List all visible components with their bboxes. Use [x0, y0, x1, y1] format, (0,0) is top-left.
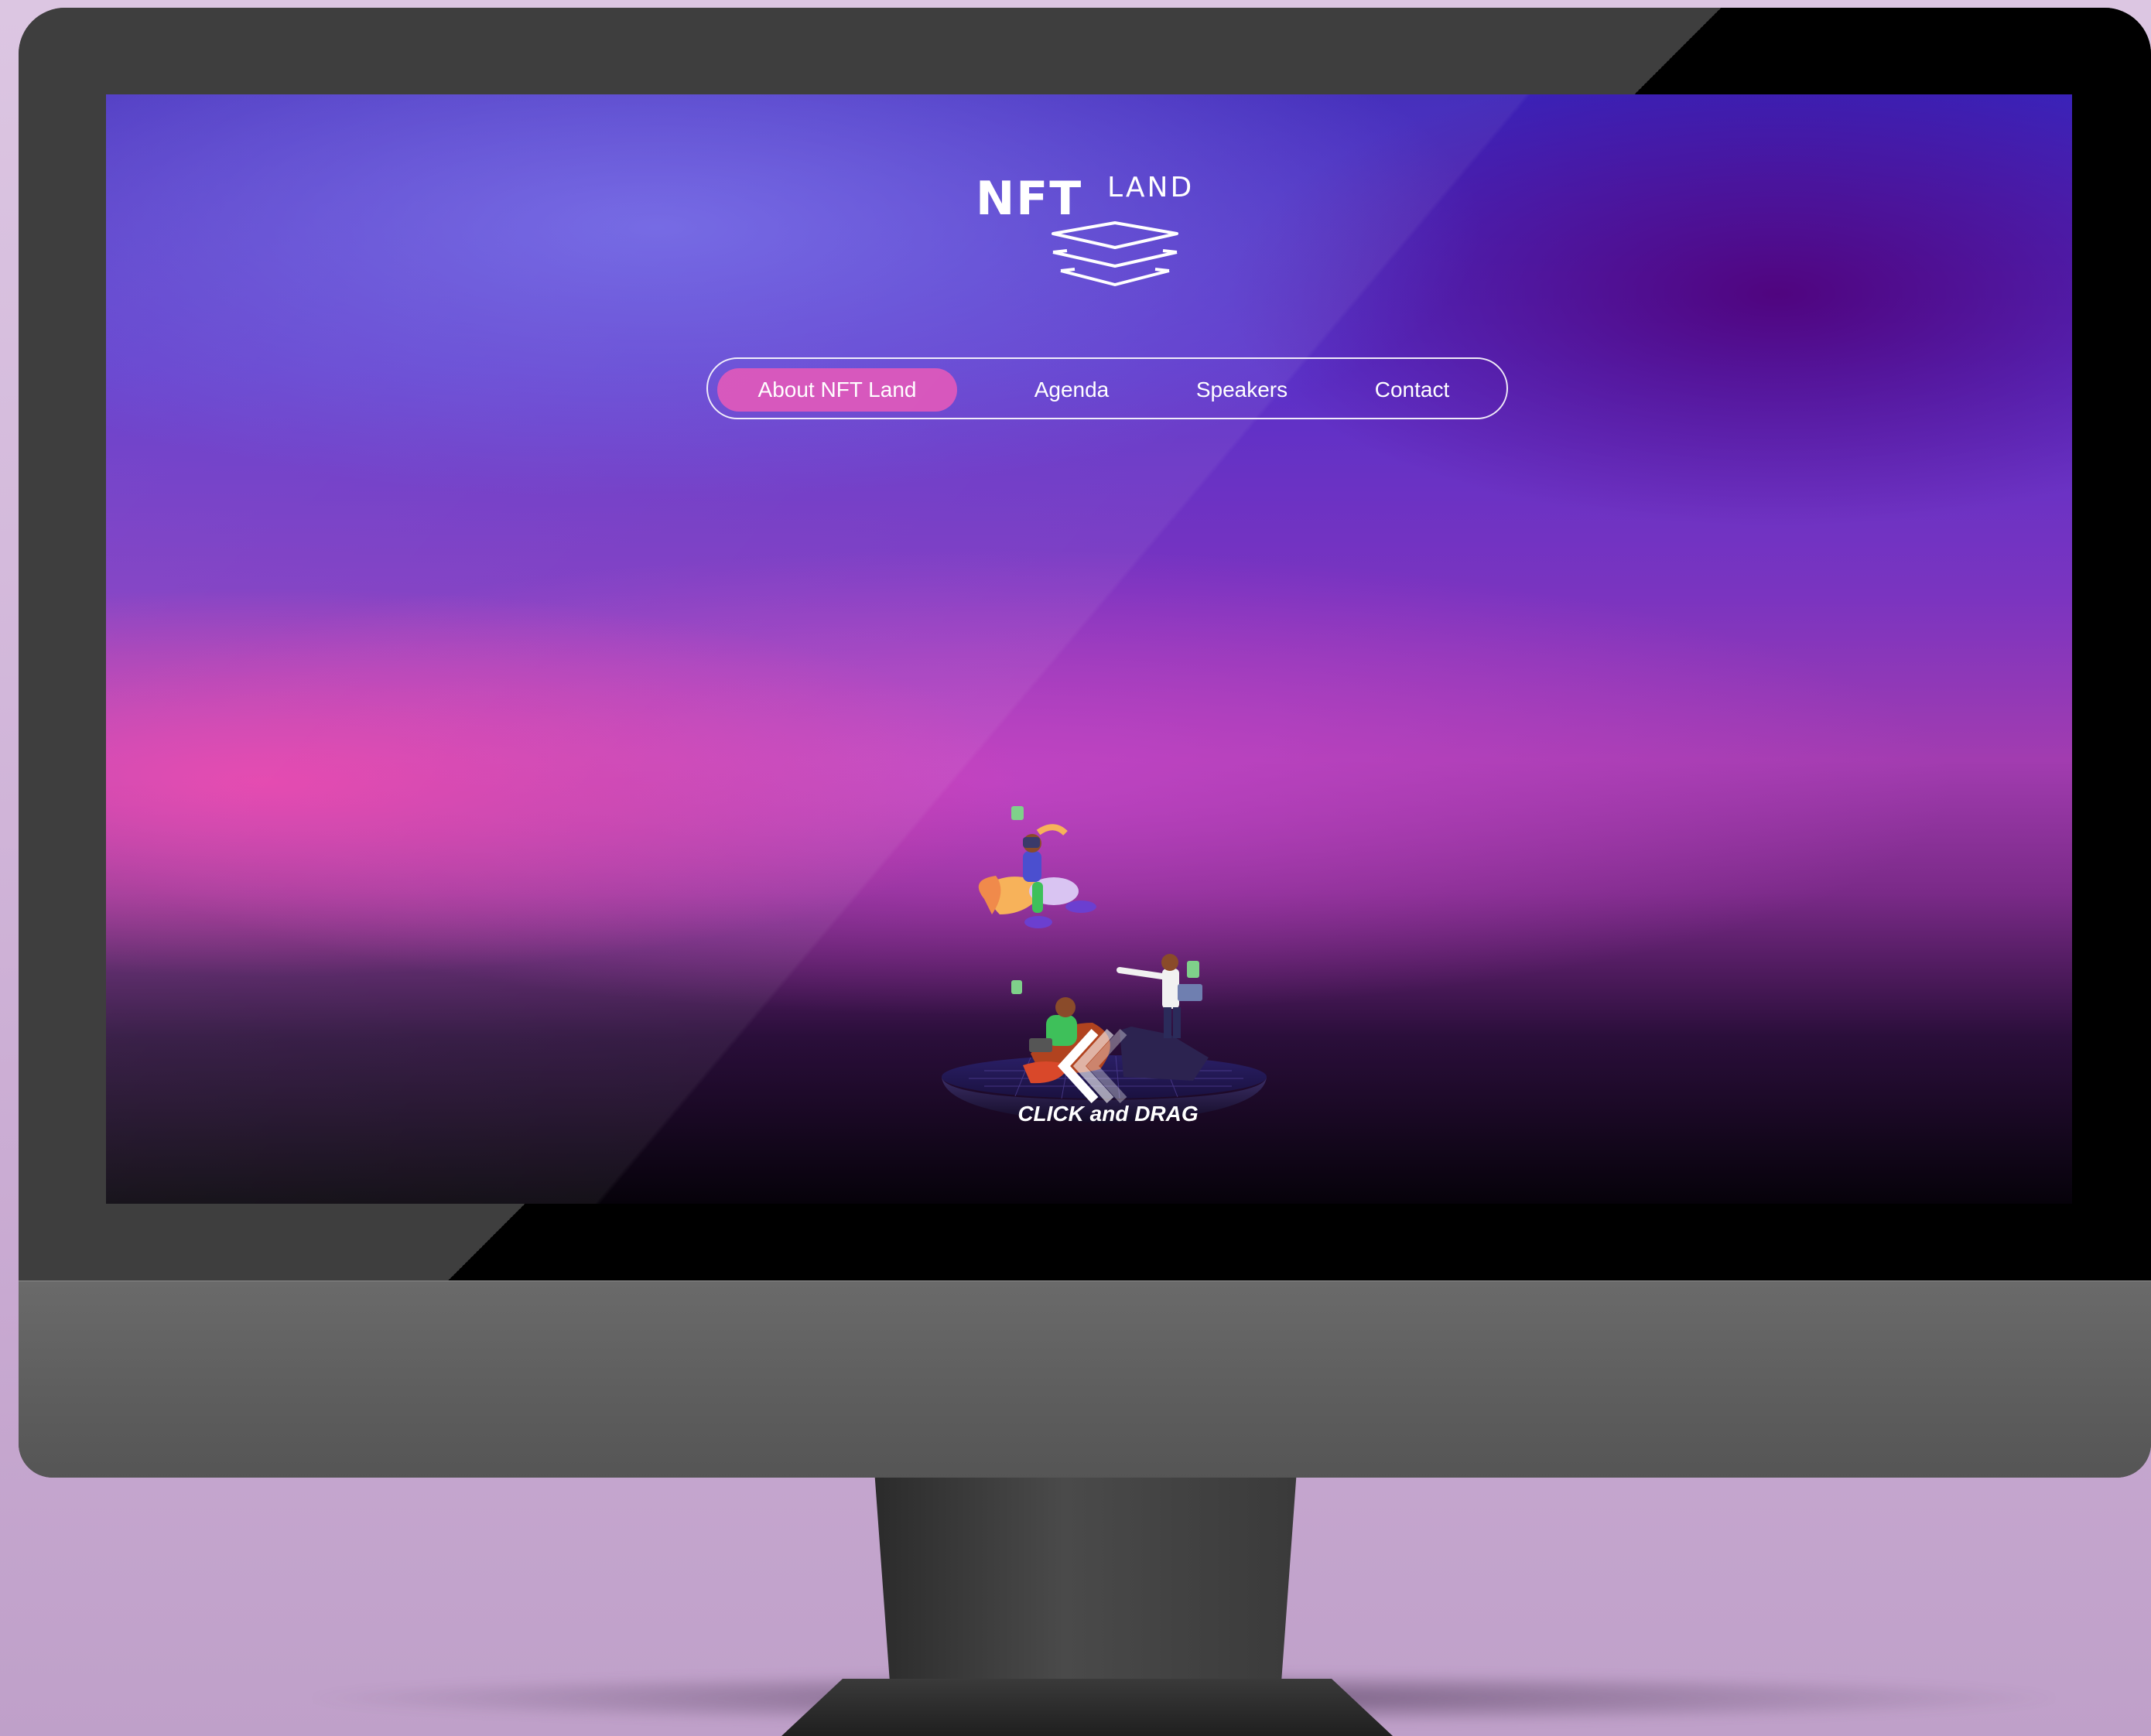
- click-drag-label: CLICK and DRAG: [1017, 1102, 1199, 1126]
- mockup-scene: NFT LAND About NFT Land Agenda Speakers …: [0, 0, 2151, 1736]
- monitor-stand-neck: [874, 1470, 1297, 1702]
- monitor-stand-base: [781, 1679, 1393, 1736]
- monitor: NFT LAND About NFT Land Agenda Speakers …: [19, 8, 2151, 1478]
- nav-item-contact[interactable]: Contact: [1335, 368, 1489, 412]
- stacked-layers-icon: [1052, 221, 1178, 286]
- click-drag-hint[interactable]: CLICK and DRAG: [996, 1023, 1220, 1126]
- nav-item-speakers[interactable]: Speakers: [1164, 368, 1319, 412]
- chevrons-left-icon: [1057, 1028, 1127, 1104]
- main-nav: About NFT Land Agenda Speakers Contact: [706, 357, 1508, 419]
- website-screen: NFT LAND About NFT Land Agenda Speakers …: [106, 94, 2072, 1204]
- nft-land-logo[interactable]: NFT LAND: [976, 172, 1239, 288]
- monitor-chin: [19, 1280, 2151, 1478]
- nav-item-agenda[interactable]: Agenda: [1002, 368, 1141, 412]
- nav-item-about[interactable]: About NFT Land: [717, 368, 957, 412]
- logo-land-text: LAND: [1107, 172, 1195, 203]
